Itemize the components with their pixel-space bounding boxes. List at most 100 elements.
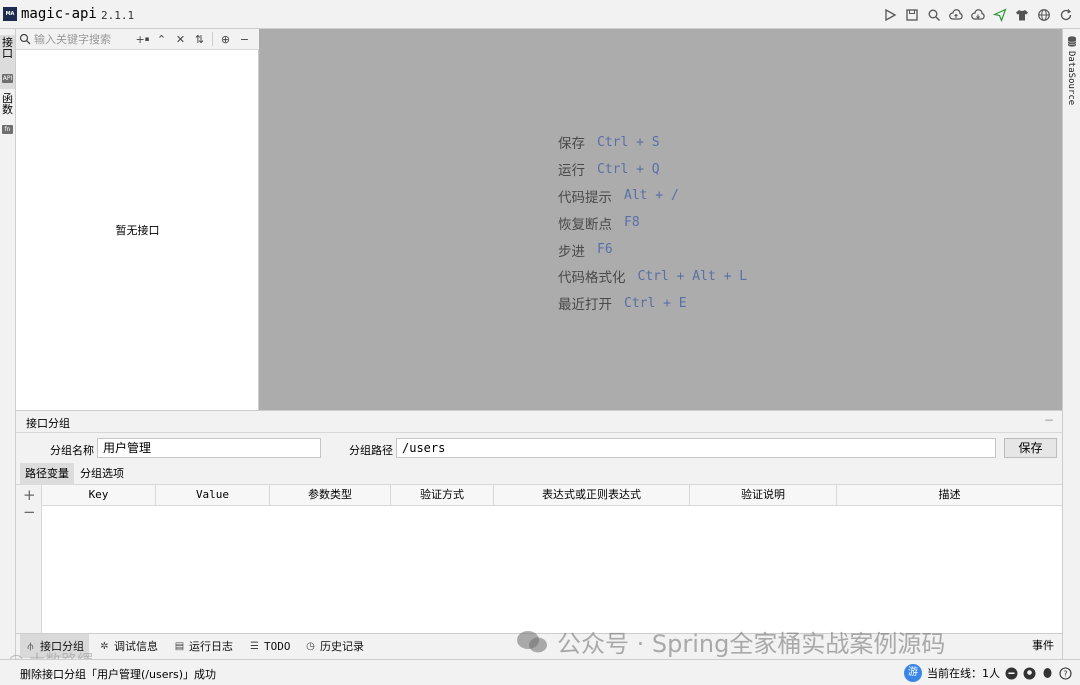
run-icon[interactable] (881, 6, 898, 23)
save-icon[interactable] (903, 6, 920, 23)
shortcut-key: F6 (597, 242, 613, 258)
database-icon[interactable] (1067, 36, 1077, 47)
add-row-icon[interactable]: + (23, 486, 36, 504)
shortcut-key: Ctrl + Alt + L (637, 268, 748, 284)
minimize-icon[interactable]: − (238, 32, 251, 46)
list-icon: ☰ (250, 640, 259, 652)
tab-run-log[interactable]: ▤ 运行日志 (169, 634, 238, 658)
app-version: 2.1.1 (101, 9, 135, 22)
shortcut-key: Ctrl + Q (597, 161, 660, 177)
group-panel-header: 接口分组 − (16, 411, 1062, 433)
column-header: 参数类型 (270, 485, 391, 506)
add-group-icon[interactable]: + ▪ (136, 32, 150, 46)
toolbar (881, 6, 1074, 23)
group-form: 分组名称 用户管理 分组路径 /users 保存 (16, 433, 1062, 463)
tab-label: 调试信息 (114, 639, 158, 653)
shortcut-key: F8 (624, 215, 640, 231)
refresh-icon[interactable] (1057, 6, 1074, 23)
tab-api[interactable]: 接口 API (0, 35, 15, 89)
table-actions: + − (16, 485, 42, 634)
qq-icon[interactable] (1041, 667, 1054, 680)
status-message: 删除接口分组「用户管理(/users)」成功 (20, 668, 217, 681)
column-header: Key (42, 485, 156, 506)
group-name-label: 分组名称 (50, 444, 94, 457)
status-right: 游 当前在线：1人 ? (904, 664, 1072, 682)
left-tool-strip: 接口 API 函数 fn (0, 29, 16, 659)
function-icon: fn (2, 125, 13, 134)
tree-tools: + ▪ ⌃ ✕ ⇅ ⊕ − (136, 32, 251, 46)
shortcut-list: 保存 Ctrl + S 运行 Ctrl + Q 代码提示 Alt + / 恢复断点 F8… (558, 129, 747, 317)
tab-datasource[interactable]: DataSource (1066, 51, 1076, 105)
api-search-bar: +▪ ⌃ ✕ ⇅ ⊕ − (16, 29, 259, 50)
shortcut-key: Ctrl + S (597, 134, 660, 150)
collapse-all-icon[interactable]: ✕ (174, 32, 187, 46)
table-header: Key Value 参数类型 验证方式 表达式或正则表达式 验证说明 描述 (42, 485, 1062, 506)
status-bar: 删除接口分组「用户管理(/users)」成功 游 当前在线：1人 ? (0, 659, 1080, 685)
group-panel-title: 接口分组 (26, 417, 70, 430)
minimize-icon[interactable]: − (1044, 413, 1054, 427)
api-tree-panel: +▪ ⌃ ✕ ⇅ ⊕ − 暂无接口 (16, 29, 259, 410)
cloud-download-icon[interactable] (969, 6, 986, 23)
watermark-text: 公众号 · Spring全家桶实战案例源码 (557, 630, 946, 658)
tab-events[interactable]: 事件 (1032, 634, 1054, 658)
shortcut-label: 运行 (558, 163, 585, 180)
column-header: 表达式或正则表达式 (494, 485, 690, 506)
editor-placeholder: 保存 Ctrl + S 运行 Ctrl + Q 代码提示 Alt + / 恢复断点 F8… (259, 29, 1062, 410)
remove-row-icon[interactable]: − (23, 503, 36, 521)
history-icon: ◷ (306, 640, 315, 652)
skin-icon[interactable] (1013, 6, 1030, 23)
column-header: Value (156, 485, 270, 506)
column-header: 验证说明 (690, 485, 837, 506)
group-subtabs: 路径变量 分组选项 (16, 463, 1062, 485)
help-icon[interactable]: ? (1059, 666, 1072, 680)
tab-functions[interactable]: 函数 fn (0, 91, 15, 139)
cloud-upload-icon[interactable] (947, 6, 964, 23)
group-name-input[interactable]: 用户管理 (97, 438, 321, 458)
shortcut-label: 最近打开 (558, 297, 612, 314)
shortcut-item: 步进 F6 (558, 236, 747, 263)
send-icon[interactable] (991, 6, 1008, 23)
locate-icon[interactable]: ⊕ (219, 32, 232, 46)
sort-icon[interactable]: ⇅ (193, 32, 206, 46)
shortcut-key: Ctrl + E (624, 295, 687, 311)
title-bar: MA magic-api 2.1.1 (0, 0, 1080, 29)
tab-api-label: 接口 (2, 36, 13, 60)
shortcut-item: 恢复断点 F8 (558, 209, 747, 236)
expand-collapse-icon[interactable]: ⌃ (155, 32, 168, 46)
github-icon[interactable] (1023, 667, 1036, 680)
watermark: 公众号 · Spring全家桶实战案例源码 (515, 624, 945, 659)
guest-badge[interactable]: 游 (904, 664, 922, 682)
shortcut-label: 保存 (558, 136, 585, 153)
group-panel: 接口分组 − 分组名称 用户管理 分组路径 /users 保存 路径变量 分组选… (16, 410, 1062, 634)
group-path-label: 分组路径 (349, 444, 393, 457)
tab-history[interactable]: ◷ 历史记录 (300, 634, 369, 658)
shortcut-item: 保存 Ctrl + S (558, 129, 747, 156)
empty-api-text: 暂无接口 (115, 224, 160, 237)
online-count: 当前在线：1人 (927, 667, 1000, 680)
gitee-icon[interactable] (1005, 667, 1018, 680)
tab-label: TODO (264, 639, 291, 653)
tab-group-options[interactable]: 分组选项 (75, 463, 129, 485)
log-icon: ▤ (174, 640, 185, 652)
shortcut-label: 步进 (558, 243, 585, 260)
search-icon[interactable] (925, 6, 942, 23)
globe-icon[interactable] (1035, 6, 1052, 23)
path-variable-table: + − Key Value 参数类型 验证方式 表达式或正则表达式 验证说明 描… (16, 485, 1062, 634)
api-search-input[interactable] (34, 31, 134, 48)
group-path-input[interactable]: /users (396, 438, 996, 458)
shortcut-label: 代码格式化 (558, 270, 626, 287)
shortcut-item: 代码格式化 Ctrl + Alt + L (558, 263, 747, 290)
tab-debug-info[interactable]: ✲ 调试信息 (94, 634, 163, 658)
svg-text:?: ? (1063, 669, 1067, 678)
separator (212, 32, 213, 46)
column-header: 验证方式 (391, 485, 494, 506)
bug-icon: ✲ (100, 640, 109, 652)
right-tool-strip: DataSource (1062, 29, 1080, 659)
column-header: 描述 (938, 488, 961, 501)
shortcut-label: 恢复断点 (558, 216, 612, 233)
api-icon: API (2, 74, 13, 83)
app-logo: MA (3, 7, 17, 21)
save-button[interactable]: 保存 (1004, 438, 1057, 458)
tab-path-variables[interactable]: 路径变量 (20, 463, 74, 485)
tab-todo[interactable]: ☰ TODO (244, 634, 296, 658)
